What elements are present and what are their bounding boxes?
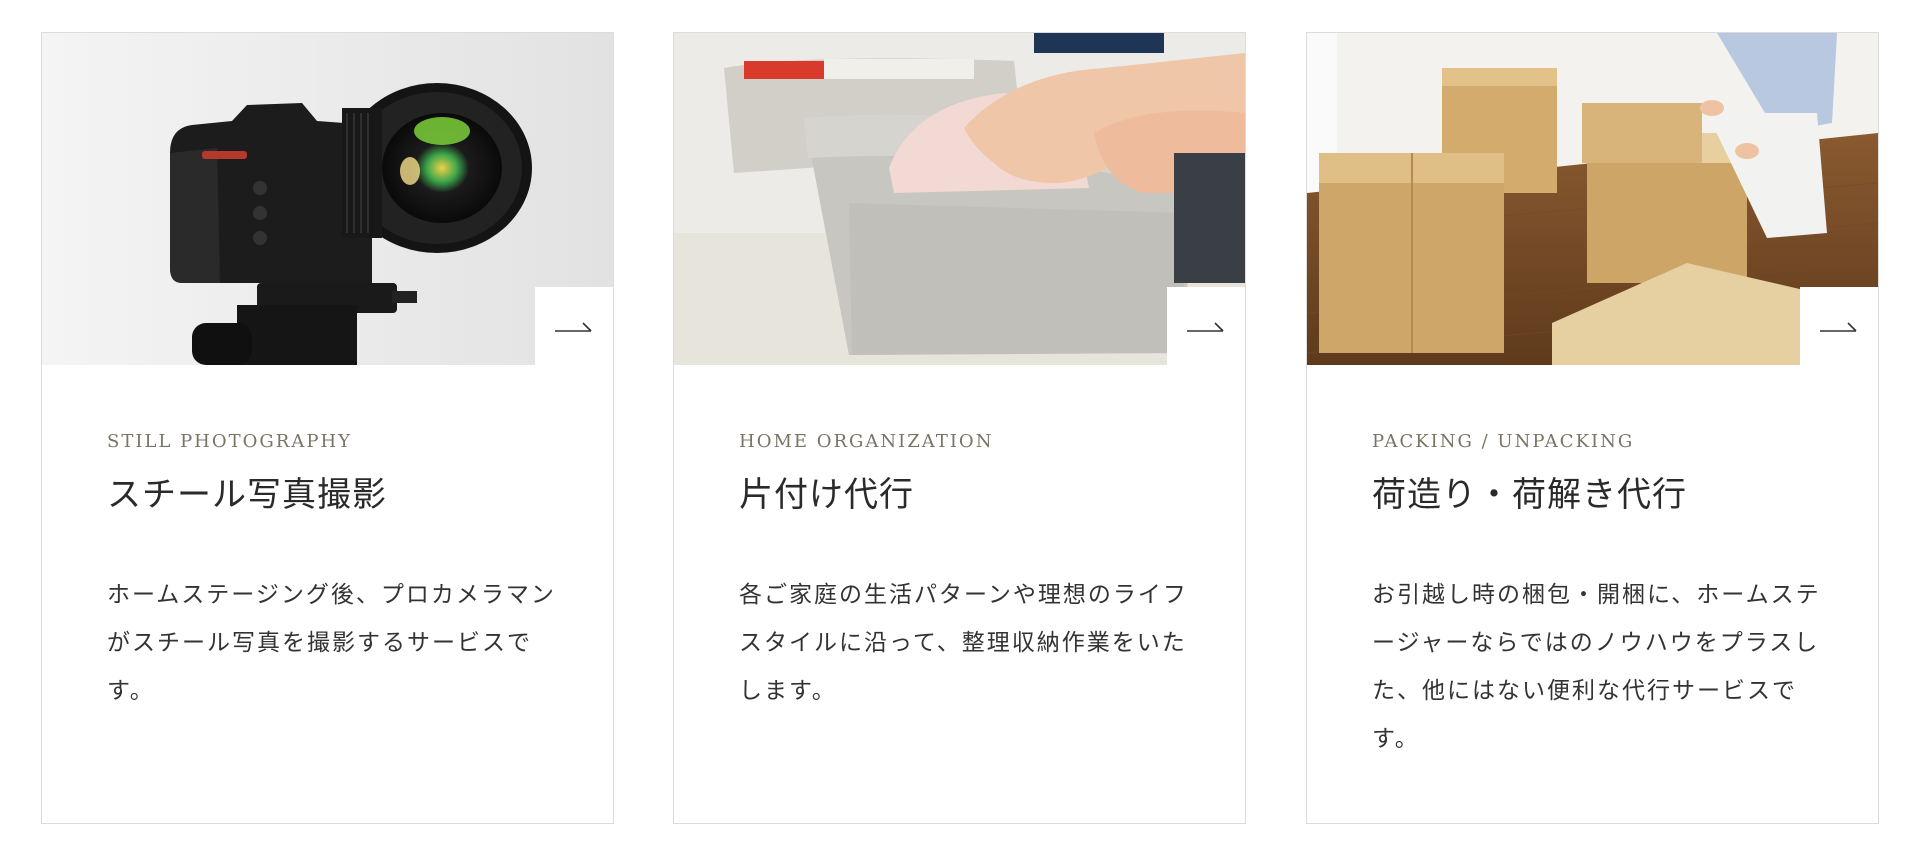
arrow-right-icon[interactable]	[1167, 287, 1245, 365]
service-description: お引越し時の梱包・開梱に、ホームステージャーならではのノウハウをプラスした、他に…	[1372, 581, 1821, 752]
arrow-right-icon[interactable]	[1800, 287, 1878, 365]
service-eyebrow: PACKING / UNPACKING	[1372, 431, 1635, 452]
service-eyebrow: HOME ORGANIZATION	[739, 431, 994, 452]
arrow-right-icon[interactable]	[535, 287, 613, 365]
service-eyebrow: STILL PHOTOGRAPHY	[107, 431, 353, 452]
service-image-basket	[674, 33, 1245, 365]
service-title: 片付け代行	[739, 475, 914, 515]
service-image-boxes	[1307, 33, 1878, 365]
service-card-still-photography[interactable]: STILL PHOTOGRAPHY スチール写真撮影 ホームステージング後、プロ…	[41, 32, 614, 824]
service-card-home-organization[interactable]: HOME ORGANIZATION 片付け代行 各ご家庭の生活パターンや理想のラ…	[673, 32, 1246, 824]
service-title: 荷造り・荷解き代行	[1372, 475, 1687, 515]
service-description: ホームステージング後、プロカメラマンがスチール写真を撮影するサービスです。	[107, 581, 556, 704]
service-image-camera	[42, 33, 613, 365]
service-card-packing-unpacking[interactable]: PACKING / UNPACKING 荷造り・荷解き代行 お引越し時の梱包・開…	[1306, 32, 1879, 824]
service-description: 各ご家庭の生活パターンや理想のライフスタイルに沿って、整理収納作業をいたします。	[739, 581, 1188, 704]
service-title: スチール写真撮影	[107, 475, 387, 515]
